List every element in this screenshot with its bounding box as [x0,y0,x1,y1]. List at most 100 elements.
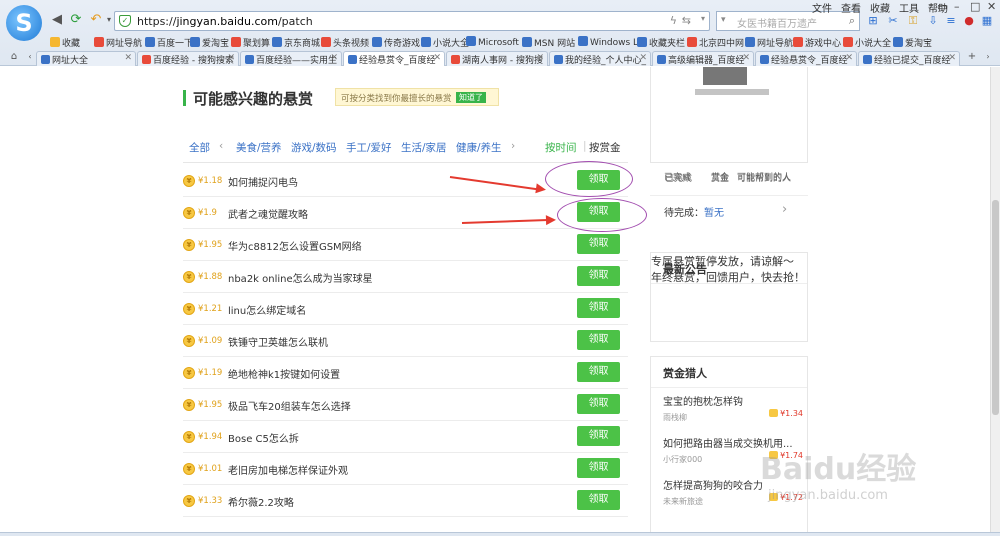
tab-close-icon[interactable]: ✕ [124,53,132,63]
bounty-question[interactable]: 华为c8812怎么设置GSM网络 [228,238,362,253]
category-games[interactable]: 游戏/数码 [291,140,337,155]
close-icon[interactable]: ✕ [987,0,996,13]
bounty-question[interactable]: 如何捕捉闪电鸟 [228,174,298,189]
browser-tab[interactable]: 网址大全 ✕ [36,51,136,66]
fav-link[interactable]: Windows Li [578,36,641,48]
search-icon[interactable]: ⌕ [849,14,855,28]
sidebar-icon[interactable]: ▦ [980,14,994,28]
chevron-left-icon[interactable]: ‹ [24,51,36,63]
menu-view[interactable]: 查看 [841,4,861,15]
fav-link[interactable]: 聚划算 [231,36,270,49]
scrollbar-thumb[interactable] [992,200,999,415]
claim-button[interactable]: 领取 [577,362,620,382]
browser-tab[interactable]: 湖南人事网 - 搜狗搜 ✕ [446,51,548,66]
maximize-icon[interactable]: □ [970,0,980,13]
screenshot-icon[interactable]: ✂ [886,14,900,28]
browser-tab[interactable]: 百度经验——实用生 ✕ [240,51,342,66]
sort-by-reward[interactable]: 按赏金 [589,140,621,155]
address-bar[interactable]: ✓ https://jingyan.baidu.com/patch ϟ ⇆ ▾ [114,11,710,31]
hunter-item[interactable]: 宝宝的抱枕怎样钩 雨栈柳 ¥1.34 [663,393,803,423]
tab-close-icon[interactable]: ✕ [330,53,338,63]
favorites-menu[interactable]: 收藏 [50,36,80,49]
browser-tab[interactable]: 经验悬赏令_百度经 ✕ [755,51,857,66]
bounty-question[interactable]: 武者之魂觉醒攻略 [228,206,308,221]
claim-button[interactable]: 领取 [577,298,620,318]
home-icon[interactable]: ⌂ [8,51,20,63]
bounty-question[interactable]: 绝地枪神k1按键如何设置 [228,366,340,381]
category-health[interactable]: 健康/养生 [456,140,502,155]
tab-close-icon[interactable]: ✕ [227,53,235,63]
fav-link[interactable]: 爱淘宝 [190,36,229,49]
claim-button[interactable]: 领取 [577,394,620,414]
fav-link[interactable]: 网址导航 [94,36,142,49]
menu-file[interactable]: 文件 [812,4,832,15]
claim-button[interactable]: 领取 [577,458,620,478]
fav-link[interactable]: 百度一下 [145,36,193,49]
fav-link[interactable]: 小说大全 [843,36,891,49]
back-icon[interactable]: ◀ [49,12,65,28]
share-icon[interactable]: ⇆ [682,14,691,27]
browser-tab-active[interactable]: 经验悬赏令_百度经 ✕ [343,51,445,66]
fav-link[interactable]: 爱淘宝 [893,36,932,49]
claim-button[interactable]: 领取 [577,266,620,286]
claim-button[interactable]: 领取 [577,426,620,446]
bounty-question[interactable]: 老旧房加电梯怎样保证外观 [228,462,348,477]
search-engine-icon[interactable]: ▾ [721,15,726,25]
chevron-left-icon[interactable]: ‹ [219,140,223,152]
game-icon[interactable]: ● [962,14,976,28]
fav-link[interactable]: 传奇游戏 [372,36,420,49]
menu-icon[interactable]: ≡ [944,14,958,28]
download-icon[interactable]: ⇩ [926,14,940,28]
category-food[interactable]: 美食/营养 [236,140,282,155]
fav-link[interactable]: MSN 网站 [522,36,575,49]
chevron-right-icon[interactable]: › [511,140,515,152]
fav-link[interactable]: 游戏中心 [793,36,841,49]
tab-close-icon[interactable]: ✕ [639,53,647,63]
search-input[interactable]: 女医书籍百万遗产 [737,15,817,30]
chevron-right-icon[interactable]: › [782,202,787,217]
bounty-question[interactable]: Bose C5怎么拆 [228,430,299,445]
tab-close-icon[interactable]: ✕ [845,53,853,63]
pending-tasks[interactable]: 待完成：暂无 [664,204,724,219]
fav-link[interactable]: 网址导航 [745,36,793,49]
browser-tab[interactable]: 经验已提交_百度经 ✕ [858,51,960,66]
browser-tab[interactable]: 百度经验 - 搜狗搜索 ✕ [137,51,239,66]
fav-link[interactable]: 小说大全 [421,36,469,49]
translate-icon[interactable]: ⊞ [866,14,880,28]
minimize-icon[interactable]: – [954,0,960,13]
bounty-question[interactable]: 铁锤守卫英雄怎么联机 [228,334,328,349]
site-icon [231,37,241,47]
lightning-icon[interactable]: ϟ [670,14,677,27]
sort-by-time[interactable]: 按时间 [545,140,577,155]
tip-dismiss-button[interactable]: 知道了 [456,92,486,103]
new-tab-icon[interactable]: + [966,51,978,63]
fav-link[interactable]: 京东商城 [272,36,320,49]
refresh-icon[interactable]: ⟳ [68,12,84,28]
browser-tab[interactable]: 我的经验_个人中心_ ✕ [549,51,651,66]
bounty-question[interactable]: 希尔薇2.2攻略 [228,494,294,509]
category-home[interactable]: 生活/家居 [401,140,447,155]
bounty-question[interactable]: linu怎么绑定域名 [228,302,306,317]
bounty-question[interactable]: 极品飞车20组装车怎么选择 [228,398,351,413]
key-icon[interactable]: ⚿ [906,14,920,28]
skin-icon[interactable]: ▭ [937,0,947,13]
tab-close-icon[interactable]: ✕ [742,53,750,63]
fav-link[interactable]: 北京四中网 [687,36,744,49]
fav-link[interactable]: 头条视频 [321,36,369,49]
claim-button[interactable]: 领取 [577,490,620,510]
chevron-down-icon[interactable]: ▾ [701,14,705,23]
tab-close-icon[interactable]: ✕ [536,53,544,63]
category-crafts[interactable]: 手工/爱好 [346,140,392,155]
chevron-right-icon[interactable]: › [982,51,994,63]
address-url[interactable]: https://jingyan.baidu.com/patch [137,15,313,28]
category-all[interactable]: 全部 [189,140,210,155]
tab-close-icon[interactable]: ✕ [948,53,956,63]
claim-button[interactable]: 领取 [577,234,620,254]
claim-button[interactable]: 领取 [577,330,620,350]
fav-link[interactable]: Microsoft [466,36,519,48]
bounty-question[interactable]: nba2k online怎么成为当家球星 [228,270,373,285]
page-scrollbar[interactable] [990,67,1000,533]
browser-tab[interactable]: 高级编辑器_百度经 ✕ [652,51,754,66]
tab-close-icon[interactable]: ✕ [433,53,441,63]
fav-link[interactable]: 收藏夹栏 [637,36,685,49]
